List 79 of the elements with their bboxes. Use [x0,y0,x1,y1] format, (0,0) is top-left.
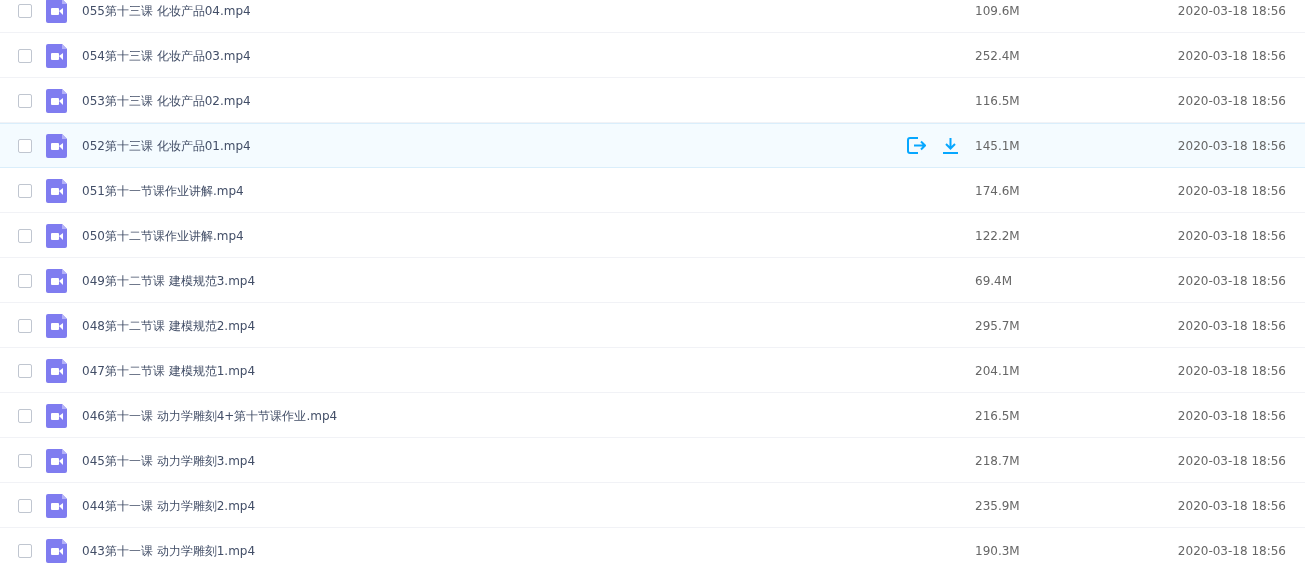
file-date: 2020-03-18 18:56 [1177,228,1286,243]
video-file-icon [46,223,67,248]
file-size: 235.9M [975,498,1020,513]
file-date: 2020-03-18 18:56 [1177,183,1286,198]
file-row[interactable]: 044第十一课 动力学雕刻2.mp4 235.9M 2020-03-18 18:56 [0,483,1305,528]
file-name[interactable]: 055第十三课 化妆产品04.mp4 [82,1,907,20]
file-row[interactable]: 043第十一课 动力学雕刻1.mp4 190.3M 2020-03-18 18:56 [0,528,1305,572]
download-icon[interactable] [942,137,959,154]
file-size: 190.3M [975,543,1020,558]
file-size: 69.4M [975,273,1013,288]
file-name[interactable]: 049第十二节课 建模规范3.mp4 [82,271,907,290]
file-row[interactable]: 052第十三课 化妆产品01.mp4 145.1M 2020-03-18 18:56 [0,123,1305,168]
file-size: 204.1M [975,363,1020,378]
video-file-icon [46,88,67,113]
file-size: 109.6M [975,3,1020,18]
checkbox[interactable] [18,453,32,468]
file-row[interactable]: 049第十二节课 建模规范3.mp4 69.4M 2020-03-18 18:56 [0,258,1305,303]
checkbox[interactable] [18,138,32,153]
file-date: 2020-03-18 18:56 [1177,453,1286,468]
checkbox[interactable] [18,48,32,63]
file-date: 2020-03-18 18:56 [1177,363,1286,378]
file-row[interactable]: 045第十一课 动力学雕刻3.mp4 218.7M 2020-03-18 18:56 [0,438,1305,483]
file-date: 2020-03-18 18:56 [1177,498,1286,513]
checkbox[interactable] [18,93,32,108]
file-name[interactable]: 047第十二节课 建模规范1.mp4 [82,361,907,380]
file-size: 216.5M [975,408,1020,423]
video-file-icon [46,268,67,293]
checkbox[interactable] [18,273,32,288]
file-date: 2020-03-18 18:56 [1177,48,1286,63]
file-row[interactable]: 047第十二节课 建模规范1.mp4 204.1M 2020-03-18 18:56 [0,348,1305,393]
file-date: 2020-03-18 18:56 [1177,318,1286,333]
checkbox[interactable] [18,3,32,18]
video-file-icon [46,493,67,518]
file-size: 252.4M [975,48,1020,63]
video-file-icon [46,133,67,158]
checkbox[interactable] [18,318,32,333]
file-name[interactable]: 053第十三课 化妆产品02.mp4 [82,91,907,110]
file-row[interactable]: 055第十三课 化妆产品04.mp4 109.6M 2020-03-18 18:56 [0,0,1305,33]
file-date: 2020-03-18 18:56 [1177,138,1286,153]
checkbox[interactable] [18,363,32,378]
file-name[interactable]: 045第十一课 动力学雕刻3.mp4 [82,451,907,470]
file-date: 2020-03-18 18:56 [1177,273,1286,288]
file-name[interactable]: 046第十一课 动力学雕刻4+第十节课作业.mp4 [82,406,907,425]
checkbox[interactable] [18,228,32,243]
file-name[interactable]: 054第十三课 化妆产品03.mp4 [82,46,907,65]
video-file-icon [46,313,67,338]
file-date: 2020-03-18 18:56 [1177,93,1286,108]
file-date: 2020-03-18 18:56 [1177,408,1286,423]
file-name[interactable]: 043第十一课 动力学雕刻1.mp4 [82,541,907,560]
file-row[interactable]: 046第十一课 动力学雕刻4+第十节课作业.mp4 216.5M 2020-03-18 18:56 [0,393,1305,438]
video-file-icon [46,358,67,383]
checkbox[interactable] [18,183,32,198]
checkbox[interactable] [18,543,32,558]
file-size: 174.6M [975,183,1020,198]
file-name[interactable]: 052第十三课 化妆产品01.mp4 [82,136,907,155]
file-date: 2020-03-18 18:56 [1177,543,1286,558]
file-row[interactable]: 054第十三课 化妆产品03.mp4 252.4M 2020-03-18 18:56 [0,33,1305,78]
file-size: 145.1M [975,138,1020,153]
file-size: 116.5M [975,93,1020,108]
file-date: 2020-03-18 18:56 [1177,3,1286,18]
video-file-icon [46,403,67,428]
share-icon[interactable] [907,137,926,154]
file-size: 122.2M [975,228,1020,243]
file-row[interactable]: 048第十二节课 建模规范2.mp4 295.7M 2020-03-18 18:56 [0,303,1305,348]
checkbox[interactable] [18,498,32,513]
file-row[interactable]: 050第十二节课作业讲解.mp4 122.2M 2020-03-18 18:56 [0,213,1305,258]
video-file-icon [46,538,67,563]
file-name[interactable]: 050第十二节课作业讲解.mp4 [82,226,907,245]
file-name[interactable]: 048第十二节课 建模规范2.mp4 [82,316,907,335]
file-name[interactable]: 044第十一课 动力学雕刻2.mp4 [82,496,907,515]
video-file-icon [46,448,67,473]
checkbox[interactable] [18,408,32,423]
video-file-icon [46,178,67,203]
video-file-icon [46,43,67,68]
file-row[interactable]: 051第十一节课作业讲解.mp4 174.6M 2020-03-18 18:56 [0,168,1305,213]
file-size: 218.7M [975,453,1020,468]
file-name[interactable]: 051第十一节课作业讲解.mp4 [82,181,907,200]
file-size: 295.7M [975,318,1020,333]
video-file-icon [46,0,67,23]
